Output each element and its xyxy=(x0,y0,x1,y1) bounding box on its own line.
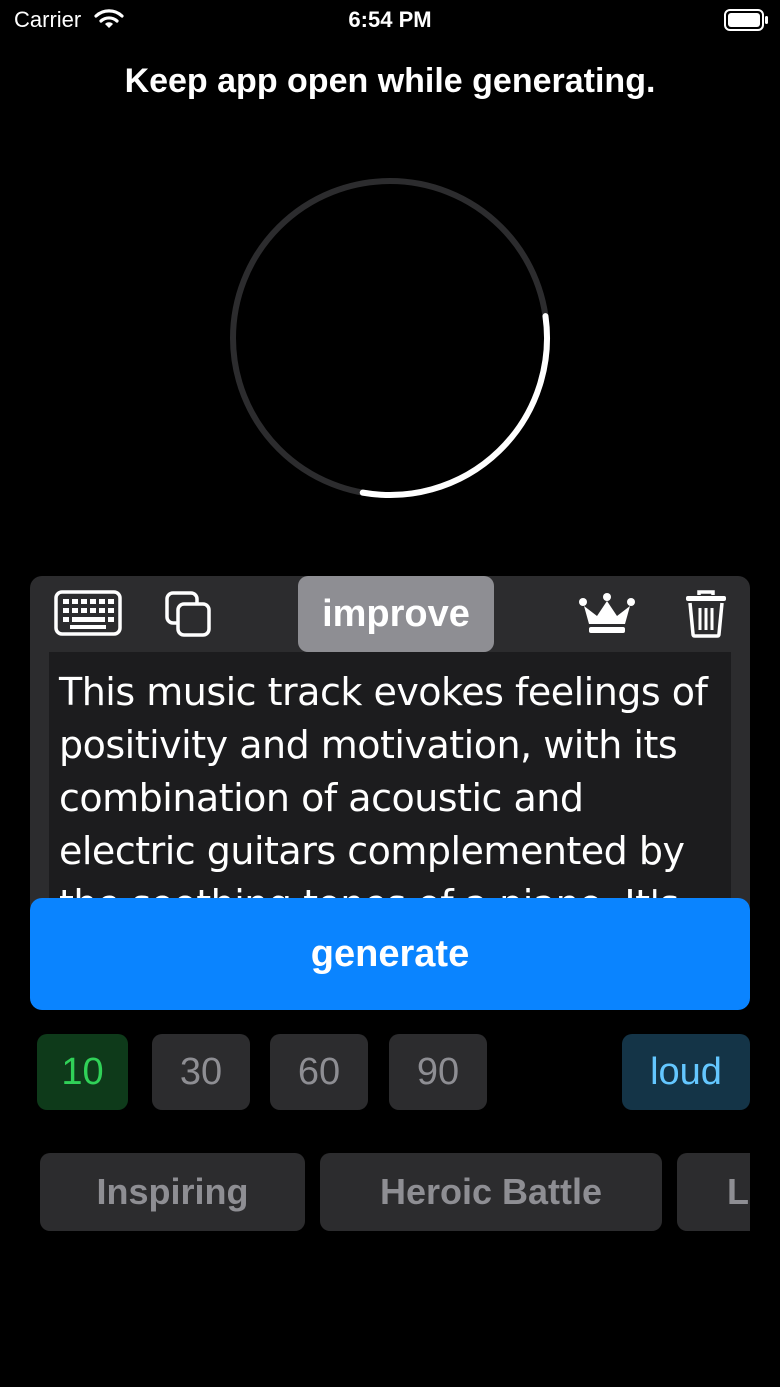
style-chip-heroic-battle[interactable]: Heroic Battle xyxy=(320,1153,662,1231)
loud-toggle[interactable]: loud xyxy=(622,1034,750,1110)
prompt-textarea[interactable]: This music track evokes feelings of posi… xyxy=(49,652,731,898)
duration-10-button[interactable]: 10 xyxy=(37,1034,128,1110)
crown-icon[interactable] xyxy=(578,592,636,641)
improve-button[interactable]: improve xyxy=(298,576,494,652)
progress-ring xyxy=(228,176,552,505)
duration-30-button[interactable]: 30 xyxy=(152,1034,250,1110)
trash-icon[interactable] xyxy=(684,590,728,643)
style-chip-partial[interactable]: L xyxy=(677,1153,750,1231)
keep-open-notice: Keep app open while generating. xyxy=(124,62,656,100)
battery-icon xyxy=(724,9,770,36)
style-chip-inspiring[interactable]: Inspiring xyxy=(40,1153,305,1231)
keyboard-icon[interactable] xyxy=(54,590,122,641)
progress-arc xyxy=(359,313,550,498)
style-chips-row[interactable]: Inspiring Heroic Battle L xyxy=(40,1153,750,1233)
generate-button[interactable]: generate xyxy=(30,898,750,1010)
prompt-text: This music track evokes feelings of posi… xyxy=(59,670,708,898)
prompt-editor-card: improve This music track evokes feelings… xyxy=(30,576,750,916)
clock: 6:54 PM xyxy=(348,7,432,32)
duration-60-button[interactable]: 60 xyxy=(270,1034,368,1110)
duration-90-button[interactable]: 90 xyxy=(389,1034,487,1110)
status-bar: Carrier 6:54 PM xyxy=(0,0,780,40)
copy-icon[interactable] xyxy=(164,590,212,643)
